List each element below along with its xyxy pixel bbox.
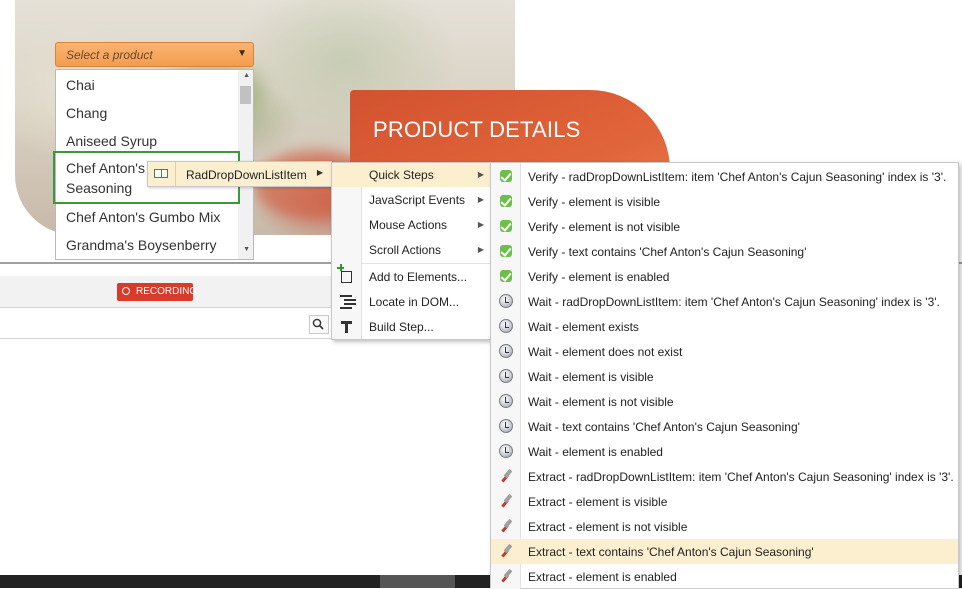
menu-item-label: JavaScript Events [369, 193, 466, 207]
menu-item-scroll-actions[interactable]: Scroll Actions ▶ [332, 238, 490, 262]
dropdown-item[interactable]: Chef Anton's Gumbo Mix [56, 207, 238, 227]
quick-step-item[interactable]: Wait - element is not visible [491, 389, 958, 414]
menu-item-label: Add to Elements... [369, 270, 468, 284]
menu-item-javascript-events[interactable]: JavaScript Events ▶ [332, 188, 490, 212]
extract-dropper-icon [498, 568, 514, 584]
quick-step-item[interactable]: Verify - text contains 'Chef Anton's Caj… [491, 239, 958, 264]
add-element-icon [337, 264, 352, 283]
quick-step-item[interactable]: Verify - radDropDownListItem: item 'Chef… [491, 164, 958, 189]
quick-step-label: Wait - element is visible [528, 370, 654, 384]
search-icon[interactable] [309, 315, 329, 334]
recording-label: RECORDING [136, 286, 198, 297]
quick-step-item[interactable]: Verify - element is visible [491, 189, 958, 214]
product-dropdown[interactable]: Select a product ▼ [55, 42, 254, 67]
quick-step-label: Extract - radDropDownListItem: item 'Che… [528, 470, 954, 484]
quick-step-item[interactable]: Extract - element is not visible [491, 514, 958, 539]
menu-item-add-to-elements[interactable]: Add to Elements... [332, 264, 490, 289]
dropdown-item[interactable]: Chai [56, 75, 238, 95]
wait-clock-icon [499, 394, 513, 408]
menu-item-label: Quick Steps [369, 168, 434, 182]
quick-step-label: Extract - text contains 'Chef Anton's Ca… [528, 545, 814, 559]
extract-dropper-icon [498, 493, 514, 509]
quick-step-label: Wait - radDropDownListItem: item 'Chef A… [528, 295, 940, 309]
actions-menu: Quick Steps ▶ JavaScript Events ▶ Mouse … [331, 162, 491, 340]
extract-dropper-icon [498, 468, 514, 484]
quick-step-label: Wait - element is enabled [528, 445, 663, 459]
wait-clock-icon [499, 444, 513, 458]
menu-item-locate-in-dom[interactable]: Locate in DOM... [332, 290, 490, 314]
quick-step-label: Extract - element is visible [528, 495, 668, 509]
quick-steps-menu: Verify - radDropDownListItem: item 'Chef… [490, 162, 959, 589]
wait-clock-icon [499, 344, 513, 358]
quick-step-item[interactable]: Extract - text contains 'Chef Anton's Ca… [491, 539, 958, 564]
record-circle-icon [122, 287, 130, 295]
menu-item-label: Mouse Actions [369, 218, 448, 232]
dropdown-placeholder: Select a product [66, 48, 153, 62]
quick-step-item[interactable]: Wait - text contains 'Chef Anton's Cajun… [491, 414, 958, 439]
verify-check-icon [498, 168, 514, 184]
chevron-down-icon[interactable]: ▼ [237, 48, 247, 59]
menu-separator [362, 263, 490, 264]
dropdown-item[interactable]: Aniseed Syrup [56, 131, 238, 151]
recording-button[interactable]: RECORDING [117, 283, 197, 301]
quick-step-label: Extract - element is not visible [528, 520, 688, 534]
menu-item-build-step[interactable]: Build Step... [332, 315, 490, 339]
wait-clock-icon [499, 419, 513, 433]
recorder-search-row [0, 312, 340, 339]
dropdown-item[interactable]: Chang [56, 103, 238, 123]
menu-item-mouse-actions[interactable]: Mouse Actions ▶ [332, 213, 490, 237]
verify-check-icon [498, 268, 514, 284]
wait-clock-icon [499, 369, 513, 383]
quick-step-label: Extract - element is enabled [528, 570, 677, 584]
menu-item-quick-steps[interactable]: Quick Steps ▶ [332, 163, 490, 187]
submenu-arrow-icon: ▶ [477, 170, 484, 179]
quick-step-item[interactable]: Extract - element is visible [491, 489, 958, 514]
quick-step-label: Verify - element is not visible [528, 220, 681, 234]
submenu-arrow-icon: ▶ [316, 168, 323, 177]
element-icon [154, 169, 168, 178]
element-type-label: RadDropDownListItem [186, 168, 307, 182]
scroll-down-arrow-icon[interactable]: ▼ [243, 246, 250, 253]
verify-check-icon [498, 218, 514, 234]
dropdown-item[interactable]: Grandma's Boysenberry [56, 235, 238, 255]
extract-dropper-icon [498, 543, 514, 559]
quick-step-label: Wait - element exists [528, 320, 639, 334]
quick-step-item[interactable]: Wait - element is visible [491, 364, 958, 389]
submenu-arrow-icon: ▶ [477, 245, 484, 254]
scroll-up-arrow-icon[interactable]: ▲ [243, 72, 250, 79]
product-details-title: PRODUCT DETAILS [373, 117, 581, 142]
quick-step-item[interactable]: Extract - element is enabled [491, 564, 958, 589]
quick-step-label: Verify - radDropDownListItem: item 'Chef… [528, 170, 947, 184]
extract-dropper-icon [498, 518, 514, 534]
verify-check-icon [498, 243, 514, 259]
quick-step-label: Wait - element does not exist [528, 345, 683, 359]
quick-step-item[interactable]: Verify - element is not visible [491, 214, 958, 239]
menu-item-label: Scroll Actions [369, 243, 442, 257]
element-type-menu-item[interactable]: RadDropDownListItem ▶ [147, 161, 332, 187]
quick-step-label: Verify - element is visible [528, 195, 661, 209]
quick-step-item[interactable]: Wait - element exists [491, 314, 958, 339]
scrollbar-thumb[interactable] [240, 86, 251, 104]
dom-tree-icon [338, 293, 354, 309]
submenu-arrow-icon: ▶ [477, 195, 484, 204]
quick-step-label: Wait - element is not visible [528, 395, 674, 409]
quick-step-item[interactable]: Verify - element is enabled [491, 264, 958, 289]
quick-step-item[interactable]: Wait - radDropDownListItem: item 'Chef A… [491, 289, 958, 314]
submenu-arrow-icon: ▶ [477, 220, 484, 229]
wait-clock-icon [499, 294, 513, 308]
wait-clock-icon [499, 319, 513, 333]
quick-step-label: Verify - element is enabled [528, 270, 670, 284]
quick-step-item[interactable]: Wait - element is enabled [491, 439, 958, 464]
verify-check-icon [498, 193, 514, 209]
quick-step-label: Verify - text contains 'Chef Anton's Caj… [528, 245, 807, 259]
quick-step-item[interactable]: Extract - radDropDownListItem: item 'Che… [491, 464, 958, 489]
quick-step-item[interactable]: Wait - element does not exist [491, 339, 958, 364]
build-hammer-icon [338, 318, 354, 334]
menu-item-label: Build Step... [369, 320, 434, 334]
menu-item-label: Locate in DOM... [369, 295, 460, 309]
quick-step-label: Wait - text contains 'Chef Anton's Cajun… [528, 420, 800, 434]
taskbar-segment [380, 575, 455, 588]
